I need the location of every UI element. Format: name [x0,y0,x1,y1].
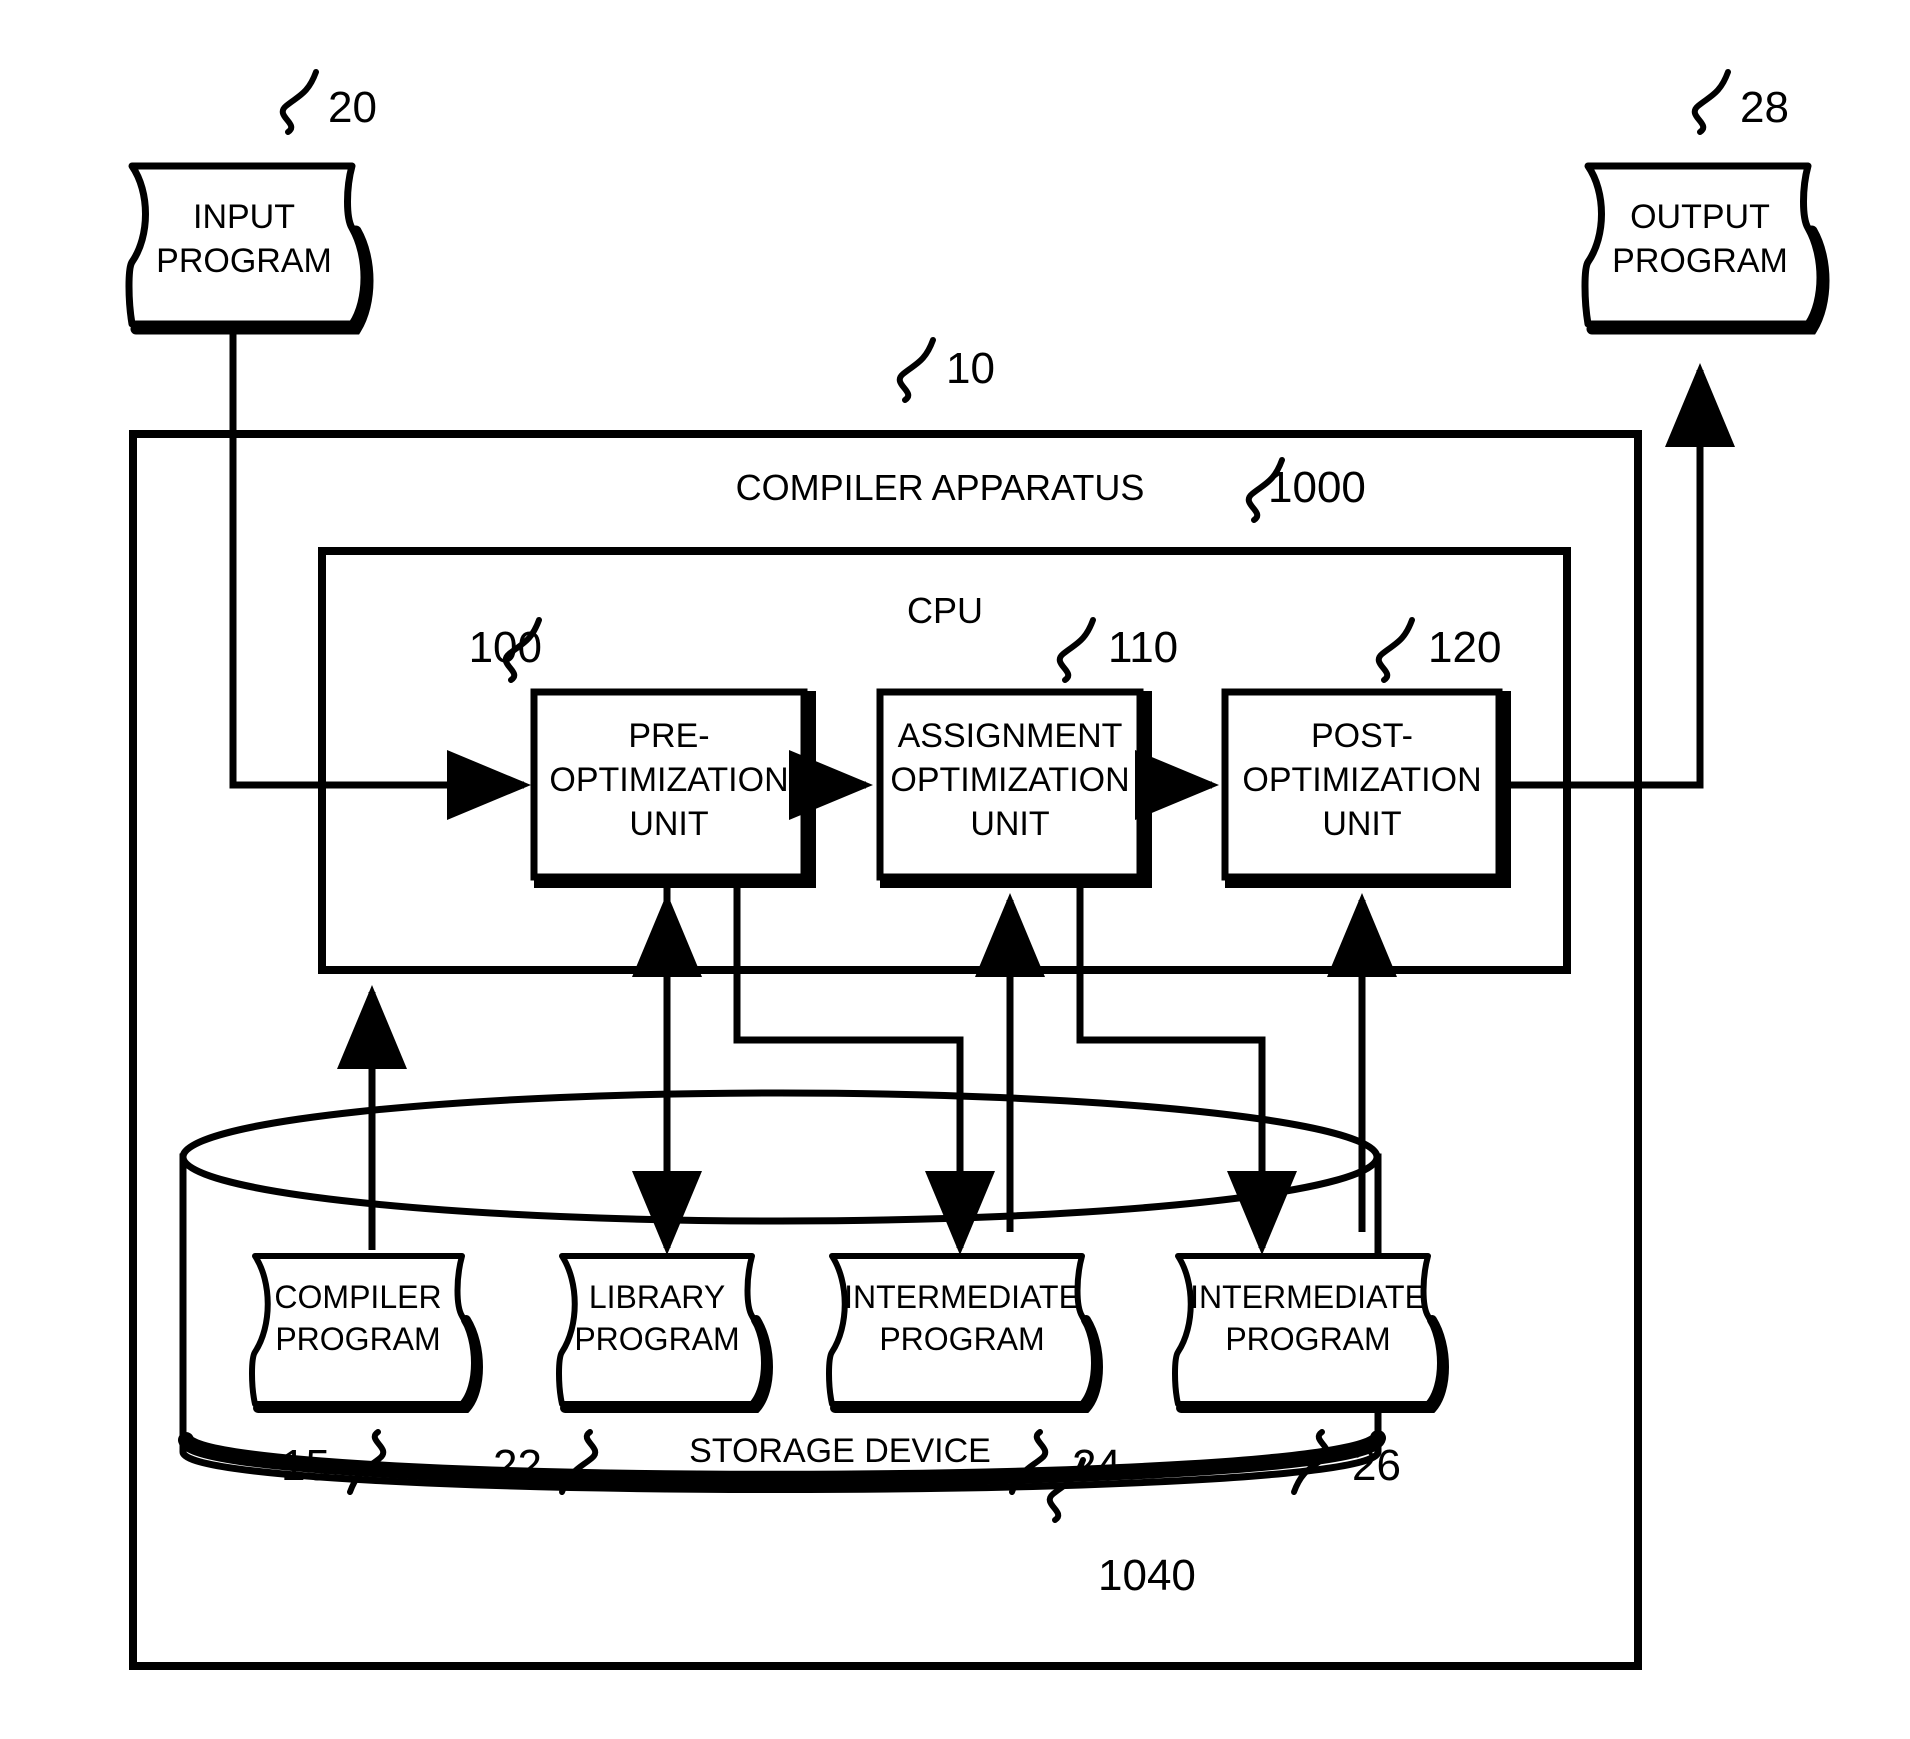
unit-pre-label-1: PRE- [628,717,709,755]
cpu-label: CPU [907,590,983,631]
ref-15: 15 [281,1441,330,1490]
storage-doc-compiler-label-1: COMPILER [274,1279,441,1315]
unit-assign-label-1: ASSIGNMENT [898,717,1123,755]
figure-canvas: 10 COMPILER APPARATUS 1000 CPU 20 INPUT … [0,0,1910,1739]
ref-22: 22 [493,1441,542,1490]
storage-doc-inter24-label-2: PROGRAM [879,1321,1044,1357]
storage-device-label: STORAGE DEVICE [689,1432,991,1470]
output-program-label-1: OUTPUT [1630,198,1770,236]
ref-26: 26 [1352,1441,1401,1490]
unit-post-label-1: POST- [1311,717,1413,755]
unit-pre-label-3: UNIT [629,805,708,843]
storage-doc-compiler-label-2: PROGRAM [275,1321,440,1357]
input-program-label-1: INPUT [193,198,295,236]
ref-100: 100 [469,623,542,672]
unit-post-label-2: OPTIMIZATION [1242,761,1481,799]
ref-24: 24 [1072,1441,1121,1490]
unit-post-label-3: UNIT [1322,805,1401,843]
ref-20: 20 [328,83,377,132]
ref-1000: 1000 [1268,463,1366,512]
storage-doc-inter26-label-2: PROGRAM [1225,1321,1390,1357]
ref-10: 10 [946,344,995,393]
storage-doc-library-label-2: PROGRAM [574,1321,739,1357]
diagram-svg: 10 COMPILER APPARATUS 1000 CPU 20 INPUT … [0,0,1910,1739]
ref-28: 28 [1740,83,1789,132]
unit-assign-label-2: OPTIMIZATION [890,761,1129,799]
storage-doc-library-label-1: LIBRARY [589,1279,725,1315]
storage-doc-inter24-label-1: INTERMEDIATE [844,1279,1080,1315]
ref-1040: 1040 [1098,1551,1196,1600]
ref-120: 120 [1428,623,1501,672]
input-program-label-2: PROGRAM [156,242,332,280]
unit-pre-label-2: OPTIMIZATION [549,761,788,799]
output-program-label-2: PROGRAM [1612,242,1788,280]
compiler-apparatus-label: COMPILER APPARATUS [736,467,1145,508]
unit-assign-label-3: UNIT [970,805,1049,843]
ref-110: 110 [1108,623,1178,672]
storage-doc-inter26-label-1: INTERMEDIATE [1190,1279,1426,1315]
